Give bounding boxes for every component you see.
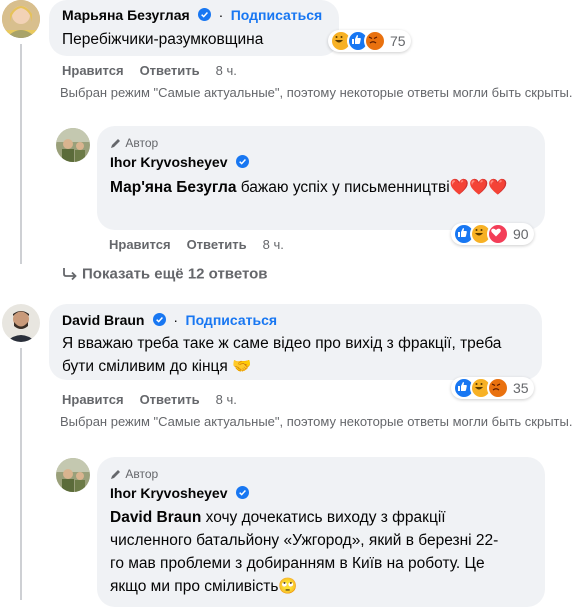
comment-bubble: Марьяна Безуглая · Подписаться Перебіжчи…	[49, 0, 339, 56]
filter-notice: Выбран режим "Самые актуальные", поэтому…	[60, 414, 573, 429]
avatar[interactable]	[2, 0, 40, 38]
reply-button[interactable]: Ответить	[187, 237, 247, 252]
reply-header: Ihor Kryvosheyev	[110, 153, 249, 171]
follow-button[interactable]: Подписаться	[186, 312, 278, 328]
verified-icon	[198, 8, 212, 22]
separator-dot: ·	[173, 311, 179, 328]
reaction-count: 90	[513, 226, 529, 242]
author-badge: Автор	[110, 466, 158, 481]
reply-button[interactable]: Ответить	[140, 63, 200, 78]
avatar-image	[2, 0, 40, 38]
verified-icon	[152, 313, 166, 327]
avatar[interactable]	[56, 128, 90, 162]
mention-link[interactable]: David Braun	[110, 509, 201, 526]
angry-reaction-icon	[487, 377, 509, 399]
thread-line	[20, 44, 22, 264]
thread-line	[20, 348, 22, 600]
filter-notice: Выбран режим "Самые актуальные", поэтому…	[60, 85, 573, 100]
reply-button[interactable]: Ответить	[140, 392, 200, 407]
reaction-count: 75	[390, 33, 406, 49]
avatar-image	[2, 304, 40, 342]
avatar-image	[56, 128, 90, 162]
like-button[interactable]: Нравится	[109, 237, 171, 252]
reply-arrow-icon	[63, 268, 77, 281]
timestamp[interactable]: 8 ч.	[216, 392, 237, 407]
comment-text: Перебіжчики-разумковщина	[62, 31, 264, 48]
avatar-image	[56, 458, 90, 492]
comment-header: David Braun · Подписаться	[62, 311, 277, 329]
comment-header: Марьяна Безуглая · Подписаться	[62, 6, 322, 24]
author-badge-label: Автор	[125, 466, 159, 481]
reply-text: David Braun хочу дочекатись виходу з фра…	[110, 506, 510, 598]
comment-text: Я вважаю треба таке ж саме відео про вих…	[62, 335, 502, 375]
author-badge: Автор	[110, 135, 158, 150]
love-reaction-icon	[487, 223, 509, 245]
comment-actions: Нравится Ответить 8 ч.	[62, 392, 253, 407]
comment-actions: Нравится Ответить 8 ч.	[62, 63, 253, 78]
comment-bubble: David Braun · Подписаться Я вважаю треба…	[49, 304, 542, 380]
mention-link[interactable]: Мар'яна Безугла	[110, 179, 236, 196]
author-name[interactable]: Ihor Kryvosheyev	[110, 154, 228, 170]
timestamp[interactable]: 8 ч.	[263, 237, 284, 252]
author-name[interactable]: Ihor Kryvosheyev	[110, 485, 228, 501]
reaction-count: 35	[513, 380, 529, 396]
pencil-icon	[111, 138, 120, 148]
like-button[interactable]: Нравится	[62, 392, 124, 407]
reply-actions: Нравится Ответить 8 ч.	[109, 237, 300, 252]
pencil-icon	[111, 469, 120, 479]
author-badge-label: Автор	[125, 135, 159, 150]
timestamp[interactable]: 8 ч.	[216, 63, 237, 78]
reply-bubble: Автор Ihor Kryvosheyev Мар'яна Безугла б…	[97, 126, 545, 230]
reply-bubble: Автор Ihor Kryvosheyev David Braun хочу …	[97, 457, 545, 607]
author-name[interactable]: David Braun	[62, 312, 144, 328]
like-button[interactable]: Нравится	[62, 63, 124, 78]
reaction-summary[interactable]: 75	[328, 30, 411, 52]
show-more-replies-link[interactable]: Показать ещё 12 ответов	[62, 265, 268, 283]
angry-reaction-icon	[364, 30, 386, 52]
reply-header: Ihor Kryvosheyev	[110, 484, 249, 502]
reaction-summary[interactable]: 35	[451, 377, 534, 399]
reaction-summary[interactable]: 90	[451, 223, 534, 245]
show-more-replies-label: Показать ещё 12 ответов	[82, 265, 268, 283]
reply-body: бажаю успіх у письменництві❤️❤️❤️	[236, 179, 508, 196]
verified-icon	[235, 155, 249, 169]
reply-text: Мар'яна Безугла бажаю успіх у письменниц…	[110, 176, 535, 199]
author-name[interactable]: Марьяна Безуглая	[62, 7, 190, 23]
follow-button[interactable]: Подписаться	[231, 7, 323, 23]
separator-dot: ·	[218, 6, 224, 23]
avatar[interactable]	[2, 304, 40, 342]
avatar[interactable]	[56, 458, 90, 492]
verified-icon	[235, 486, 249, 500]
